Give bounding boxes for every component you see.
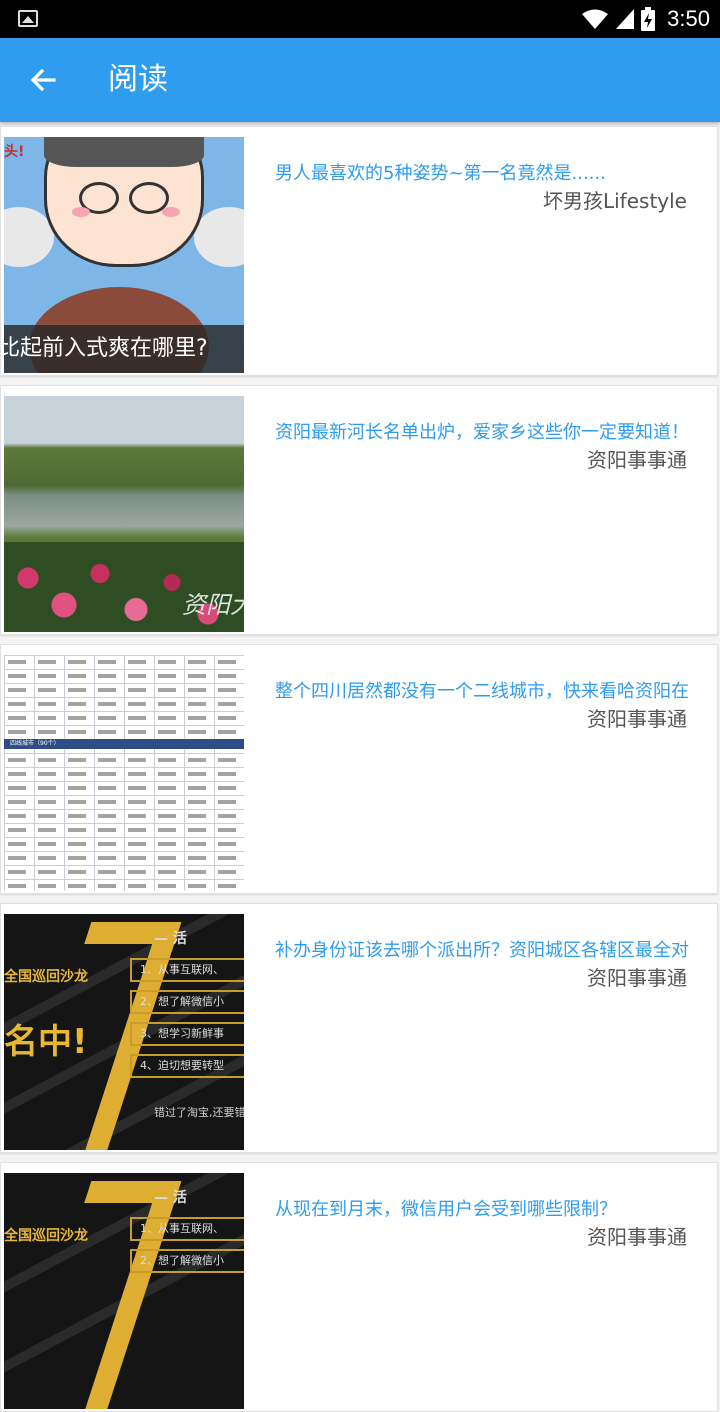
- signal-icon: [616, 9, 635, 29]
- article-headline: 补办身份证该去哪个派出所？资阳城区各辖区最全对: [275, 940, 689, 961]
- article-headline: 整个四川居然都没有一个二线城市，快来看哈资阳在: [275, 681, 689, 702]
- status-bar: 3:50: [0, 0, 720, 38]
- article-card[interactable]: 头! 比起前入式爽在哪里? 男人最喜欢的5种姿势~第一名竟然是...... 坏男…: [0, 126, 718, 376]
- article-thumbnail: — 活 全国巡回沙龙 名中! 1、从事互联网、 2、想了解微信小 3、想学习新鲜…: [4, 914, 244, 1150]
- page-title: 阅读: [108, 62, 168, 97]
- thumbnail-watermark: 资阳大: [182, 591, 244, 619]
- article-source: 资阳事事通: [587, 1225, 687, 1249]
- thumbnail-caption: 比起前入式爽在哪里?: [4, 325, 244, 373]
- article-source: 资阳事事通: [587, 707, 687, 731]
- status-icons: 3:50: [581, 0, 710, 38]
- article-thumbnail: 资阳大: [4, 396, 244, 632]
- article-card[interactable]: 四线城市（90个） 整个四川居然都没有一个二线城市，快来看哈资阳在 资阳事事通: [0, 644, 718, 894]
- image-notification-icon: [18, 10, 38, 27]
- article-headline: 男人最喜欢的5种姿势~第一名竟然是......: [275, 163, 606, 184]
- battery-charging-icon: [641, 7, 656, 31]
- arrow-left-icon: [30, 68, 56, 92]
- article-source: 坏男孩Lifestyle: [542, 189, 687, 213]
- article-source: 资阳事事通: [587, 448, 687, 472]
- article-headline: 资阳最新河长名单出炉，爱家乡这些你一定要知道！: [275, 422, 689, 443]
- article-headline: 从现在到月末，微信用户会受到哪些限制？: [275, 1199, 617, 1220]
- thumbnail-table-band: 四线城市（90个）: [4, 739, 244, 749]
- thumbnail-corner-text: 头!: [4, 144, 25, 160]
- back-button[interactable]: [22, 58, 66, 102]
- wifi-icon: [582, 9, 609, 29]
- article-thumbnail: 头! 比起前入式爽在哪里?: [4, 137, 244, 373]
- article-card[interactable]: — 活 全国巡回沙龙 名中! 1、从事互联网、 2、想了解微信小 3、想学习新鲜…: [0, 903, 718, 1153]
- clock: 3:50: [667, 6, 710, 31]
- app-bar: 阅读: [0, 38, 720, 122]
- article-card[interactable]: 资阳大 资阳最新河长名单出炉，爱家乡这些你一定要知道！ 资阳事事通: [0, 385, 718, 635]
- article-source: 资阳事事通: [587, 966, 687, 990]
- article-card[interactable]: — 活 全国巡回沙龙 1、从事互联网、 2、想了解微信小 从现在到月末，微信用户…: [0, 1162, 718, 1412]
- article-thumbnail: 四线城市（90个）: [4, 655, 244, 891]
- article-thumbnail: — 活 全国巡回沙龙 1、从事互联网、 2、想了解微信小: [4, 1173, 244, 1409]
